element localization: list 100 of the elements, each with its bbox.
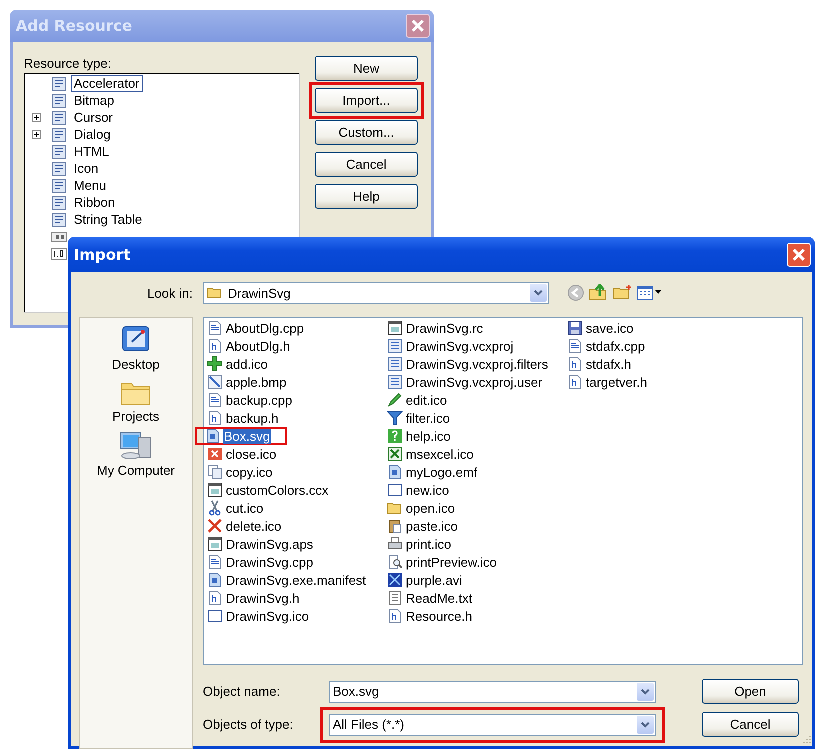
file-item[interactable]: DrawinSvg.vcxproj.user <box>405 374 544 390</box>
file-icon <box>567 320 583 336</box>
file-item[interactable]: help.ico <box>405 428 452 444</box>
file-item[interactable]: copy.ico <box>225 464 274 480</box>
file-item[interactable]: backup.cpp <box>225 392 294 408</box>
file-item[interactable]: close.ico <box>225 446 278 462</box>
new-folder-icon[interactable] <box>613 284 633 302</box>
place-label[interactable]: Projects <box>112 409 160 424</box>
file-item[interactable]: DrawinSvg.h <box>225 590 301 606</box>
resource-icon <box>51 144 67 160</box>
file-icon <box>207 410 223 426</box>
file-item[interactable]: stdafx.h <box>585 356 633 372</box>
file-icon <box>207 518 223 534</box>
back-icon[interactable] <box>567 284 585 302</box>
file-icon <box>207 608 223 624</box>
resource-type-label: Resource type: <box>24 56 112 71</box>
file-icon <box>387 464 403 480</box>
caret-icon <box>641 722 650 728</box>
close-icon <box>792 248 806 262</box>
file-icon <box>387 482 403 498</box>
resource-icon <box>51 92 67 108</box>
file-item[interactable]: save.ico <box>585 320 635 336</box>
resource-icon <box>51 76 67 92</box>
file-item[interactable]: customColors.ccx <box>225 482 330 498</box>
file-item[interactable]: DrawinSvg.exe.manifest <box>225 572 368 588</box>
resource-icon <box>51 230 67 242</box>
file-item[interactable]: add.ico <box>225 356 269 372</box>
file-item[interactable]: printPreview.ico <box>405 554 498 570</box>
view-menu-icon[interactable] <box>637 285 663 301</box>
file-icon <box>207 338 223 354</box>
file-item[interactable]: purple.avi <box>405 572 464 588</box>
file-icon <box>207 374 223 390</box>
file-icon <box>205 428 221 444</box>
file-icon <box>387 590 403 606</box>
resource-icon <box>51 194 67 210</box>
file-item[interactable]: apple.bmp <box>225 374 288 390</box>
file-item[interactable]: new.ico <box>405 482 450 498</box>
file-item[interactable]: Resource.h <box>405 608 474 624</box>
objects-of-type-label: Objects of type: <box>203 717 294 732</box>
file-item[interactable]: print.ico <box>405 536 453 552</box>
cancel-button[interactable]: Cancel <box>702 712 799 737</box>
file-icon <box>387 608 403 624</box>
open-button[interactable]: Open <box>702 679 799 704</box>
place-label[interactable]: My Computer <box>96 463 176 478</box>
file-item[interactable]: delete.ico <box>225 518 283 534</box>
file-icon <box>207 356 223 372</box>
file-icon <box>207 464 223 480</box>
resource-icon <box>51 178 67 194</box>
file-item[interactable]: DrawinSvg.rc <box>405 320 484 336</box>
objects-of-type-dropdown[interactable]: All Files (*.*) <box>329 714 656 736</box>
up-folder-icon[interactable] <box>589 284 609 302</box>
look-in-label: Look in: <box>146 286 194 300</box>
file-icon <box>207 554 223 570</box>
object-name-label: Object name: <box>203 684 282 699</box>
resize-grip-icon[interactable] <box>801 735 811 745</box>
file-icon <box>207 590 223 606</box>
file-item[interactable]: targetver.h <box>585 374 648 390</box>
file-item[interactable]: paste.ico <box>405 518 460 534</box>
file-icon <box>387 554 403 570</box>
file-icon <box>387 374 403 390</box>
file-item[interactable]: msexcel.ico <box>405 446 475 462</box>
file-icon <box>387 410 403 426</box>
file-item[interactable]: cut.ico <box>225 500 265 516</box>
file-icon <box>207 446 223 462</box>
window-title: Import <box>74 246 131 264</box>
place-label[interactable]: Desktop <box>112 357 160 372</box>
caret-icon <box>641 688 650 694</box>
file-item[interactable]: backup.h <box>225 410 280 426</box>
computer-icon[interactable] <box>119 430 153 462</box>
file-icon <box>567 356 583 372</box>
file-icon <box>567 374 583 390</box>
file-item[interactable]: DrawinSvg.vcxproj <box>405 338 515 354</box>
file-item[interactable]: stdafx.cpp <box>585 338 646 354</box>
file-item[interactable]: edit.ico <box>405 392 448 408</box>
file-item[interactable]: Box.svg <box>223 428 272 444</box>
look-in-dropdown[interactable]: DrawinSvg <box>203 282 549 304</box>
file-icon <box>387 518 403 534</box>
version-icon <box>51 248 67 260</box>
file-item[interactable]: DrawinSvg.cpp <box>225 554 314 570</box>
file-item[interactable]: AboutDlg.h <box>225 338 292 354</box>
file-item[interactable]: DrawinSvg.aps <box>225 536 314 552</box>
file-item[interactable]: ReadMe.txt <box>405 590 474 606</box>
file-icon <box>387 536 403 552</box>
window-title: Add Resource <box>16 17 132 35</box>
file-icon <box>387 338 403 354</box>
file-icon <box>387 392 403 408</box>
file-icon <box>387 572 403 588</box>
caret-icon <box>534 290 543 296</box>
file-item[interactable]: DrawinSvg.vcxproj.filters <box>405 356 550 372</box>
resource-icon <box>51 212 67 228</box>
resource-icon <box>51 160 67 176</box>
object-name-field[interactable]: Box.svg <box>329 680 656 702</box>
file-icon <box>207 536 223 552</box>
file-item[interactable]: open.ico <box>405 500 456 516</box>
file-icon <box>567 338 583 354</box>
file-icon <box>387 446 403 462</box>
file-item[interactable]: AboutDlg.cpp <box>225 320 306 336</box>
file-item[interactable]: myLogo.emf <box>405 464 479 480</box>
file-item[interactable]: DrawinSvg.ico <box>225 608 310 624</box>
file-item[interactable]: filter.ico <box>405 410 452 426</box>
